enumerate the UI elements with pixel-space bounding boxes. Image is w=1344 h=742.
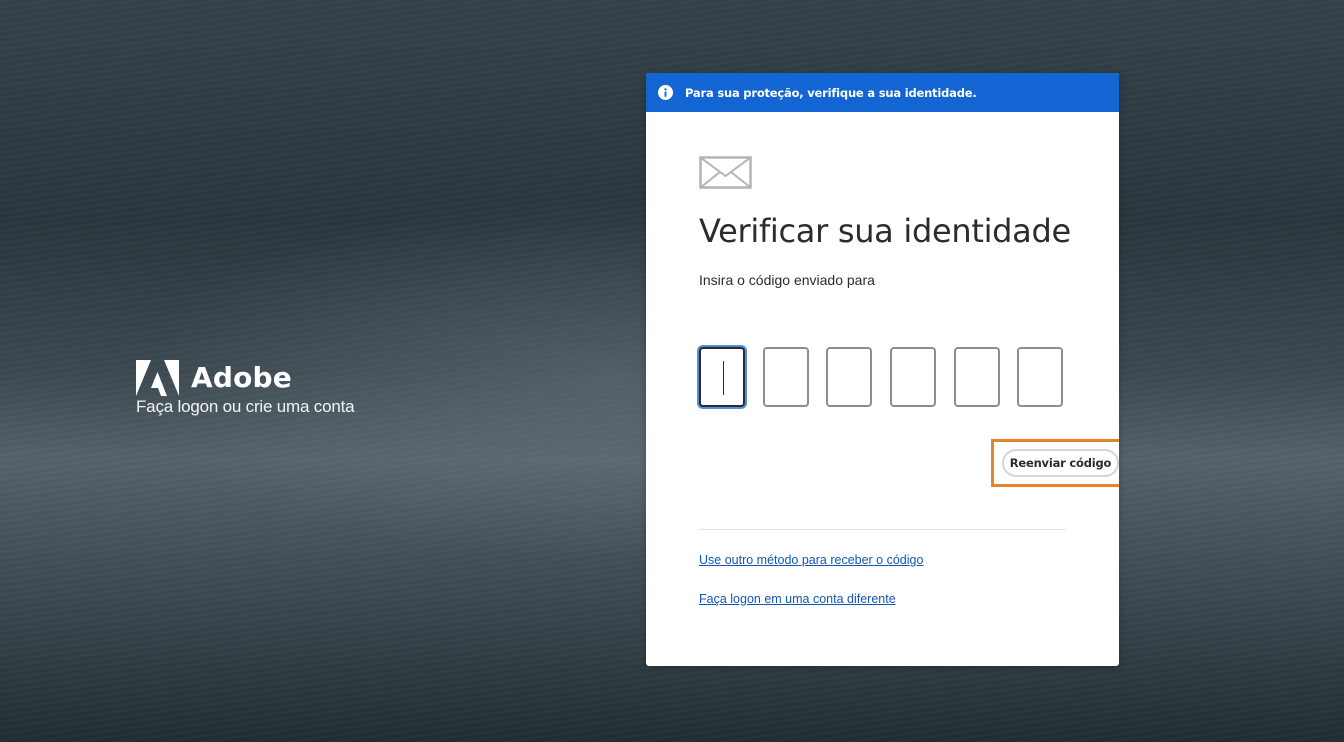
- other-method-link[interactable]: Use outro método para receber o código: [699, 553, 923, 567]
- verification-card: Para sua proteção, verifique a sua ident…: [646, 73, 1119, 666]
- code-input-group: [699, 347, 1066, 411]
- code-instruction: Insira o código enviado para: [699, 272, 875, 288]
- brand-block: Adobe Faça logon ou crie uma conta: [136, 360, 355, 417]
- code-digit-input-2[interactable]: [763, 347, 809, 407]
- brand-tagline: Faça logon ou crie uma conta: [136, 397, 355, 416]
- different-account-link[interactable]: Faça logon em uma conta diferente: [699, 592, 896, 606]
- brand-name: Adobe: [191, 361, 292, 394]
- divider: [699, 529, 1066, 530]
- text-caret: [723, 361, 724, 395]
- code-digit-input-5[interactable]: [954, 347, 1000, 407]
- protection-banner: Para sua proteção, verifique a sua ident…: [646, 73, 1119, 112]
- code-digit-input-4[interactable]: [890, 347, 936, 407]
- brand-row: Adobe: [136, 360, 354, 396]
- code-digit-input-6[interactable]: [1017, 347, 1063, 407]
- resend-code-button[interactable]: Reenviar código: [1002, 449, 1119, 477]
- adobe-logo-icon: [136, 360, 179, 396]
- code-digit-input-3[interactable]: [826, 347, 872, 407]
- banner-text: Para sua proteção, verifique a sua ident…: [685, 85, 977, 100]
- info-icon: [658, 85, 673, 100]
- page-title: Verificar sua identidade: [699, 212, 1071, 250]
- envelope-icon: [699, 156, 752, 189]
- code-digit-input-1[interactable]: [699, 347, 745, 407]
